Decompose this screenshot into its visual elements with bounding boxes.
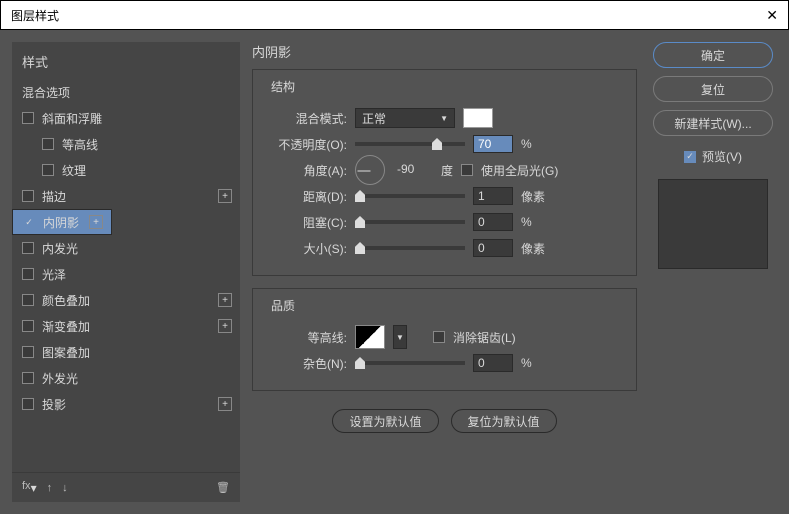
style-row-5[interactable]: 内发光 bbox=[12, 235, 240, 261]
noise-input[interactable]: 0 bbox=[473, 354, 513, 372]
style-row-0[interactable]: 斜面和浮雕 bbox=[12, 105, 240, 131]
distance-input[interactable]: 1 bbox=[473, 187, 513, 205]
opacity-slider[interactable] bbox=[355, 142, 465, 146]
new-style-button[interactable]: 新建样式(W)... bbox=[653, 110, 773, 136]
color-swatch[interactable] bbox=[463, 108, 493, 128]
style-row-6[interactable]: 光泽 bbox=[12, 261, 240, 287]
contour-picker[interactable] bbox=[355, 325, 385, 349]
add-instance-icon[interactable]: + bbox=[89, 215, 103, 229]
style-checkbox[interactable]: ✓ bbox=[23, 216, 35, 228]
global-light-checkbox[interactable] bbox=[461, 164, 473, 176]
style-row-9[interactable]: 图案叠加 bbox=[12, 339, 240, 365]
style-label: 内阴影 bbox=[43, 214, 79, 231]
style-checkbox[interactable] bbox=[22, 112, 34, 124]
close-icon[interactable]: ✕ bbox=[766, 7, 778, 24]
style-checkbox[interactable] bbox=[22, 346, 34, 358]
global-light-label: 使用全局光(G) bbox=[481, 162, 558, 179]
add-instance-icon[interactable]: + bbox=[218, 397, 232, 411]
style-row-10[interactable]: 外发光 bbox=[12, 365, 240, 391]
add-instance-icon[interactable]: + bbox=[218, 189, 232, 203]
move-up-icon[interactable]: ↑ bbox=[47, 482, 53, 494]
styles-header: 样式 bbox=[12, 42, 240, 79]
size-label: 大小(S): bbox=[267, 240, 347, 257]
style-row-2[interactable]: 纹理 bbox=[12, 157, 240, 183]
reset-button[interactable]: 复位 bbox=[653, 76, 773, 102]
style-label: 颜色叠加 bbox=[42, 292, 90, 309]
style-label: 渐变叠加 bbox=[42, 318, 90, 335]
add-instance-icon[interactable]: + bbox=[218, 319, 232, 333]
style-row-3[interactable]: 描边 + bbox=[12, 183, 240, 209]
style-checkbox[interactable] bbox=[22, 398, 34, 410]
angle-input[interactable]: -90 bbox=[393, 161, 433, 179]
panel-title: 内阴影 bbox=[252, 42, 637, 61]
blend-mode-select[interactable]: 正常▼ bbox=[355, 108, 455, 128]
choke-input[interactable]: 0 bbox=[473, 213, 513, 231]
preview-box bbox=[658, 179, 768, 269]
style-checkbox[interactable] bbox=[22, 372, 34, 384]
blend-mode-label: 混合模式: bbox=[267, 110, 347, 127]
style-label: 纹理 bbox=[62, 162, 86, 179]
quality-group: 品质 等高线: ▼ 消除锯齿(L) 杂色(N): 0 % bbox=[252, 288, 637, 391]
antialias-checkbox[interactable] bbox=[433, 331, 445, 343]
distance-label: 距离(D): bbox=[267, 188, 347, 205]
style-checkbox[interactable] bbox=[42, 164, 54, 176]
style-row-8[interactable]: 渐变叠加 + bbox=[12, 313, 240, 339]
style-checkbox[interactable] bbox=[22, 190, 34, 202]
style-label: 斜面和浮雕 bbox=[42, 110, 102, 127]
preview-checkbox[interactable]: ✓ bbox=[684, 151, 696, 163]
choke-label: 阻塞(C): bbox=[267, 214, 347, 231]
style-label: 描边 bbox=[42, 188, 66, 205]
structure-group: 结构 混合模式: 正常▼ 不透明度(O): 70 % 角度(A): -90 度 … bbox=[252, 69, 637, 276]
contour-dropdown[interactable]: ▼ bbox=[393, 325, 407, 349]
ok-button[interactable]: 确定 bbox=[653, 42, 773, 68]
make-default-button[interactable]: 设置为默认值 bbox=[332, 409, 438, 433]
add-instance-icon[interactable]: + bbox=[218, 293, 232, 307]
distance-slider[interactable] bbox=[355, 194, 465, 198]
style-checkbox[interactable] bbox=[22, 268, 34, 280]
noise-slider[interactable] bbox=[355, 361, 465, 365]
size-slider[interactable] bbox=[355, 246, 465, 250]
choke-slider[interactable] bbox=[355, 220, 465, 224]
style-checkbox[interactable] bbox=[42, 138, 54, 150]
style-label: 内发光 bbox=[42, 240, 78, 257]
style-label: 外发光 bbox=[42, 370, 78, 387]
contour-label: 等高线: bbox=[267, 329, 347, 346]
blend-options-row[interactable]: 混合选项 bbox=[12, 79, 240, 105]
style-checkbox[interactable] bbox=[22, 242, 34, 254]
window-title: 图层样式 bbox=[11, 7, 59, 24]
style-label: 图案叠加 bbox=[42, 344, 90, 361]
settings-panel: 内阴影 结构 混合模式: 正常▼ 不透明度(O): 70 % 角度(A): -9… bbox=[252, 42, 637, 502]
antialias-label: 消除锯齿(L) bbox=[453, 329, 516, 346]
reset-default-button[interactable]: 复位为默认值 bbox=[451, 409, 557, 433]
style-label: 光泽 bbox=[42, 266, 66, 283]
angle-dial[interactable] bbox=[355, 155, 385, 185]
move-down-icon[interactable]: ↓ bbox=[62, 482, 68, 494]
titlebar: 图层样式 ✕ bbox=[0, 0, 789, 30]
chevron-down-icon: ▼ bbox=[440, 114, 448, 123]
preview-label: 预览(V) bbox=[702, 148, 742, 165]
style-checkbox[interactable] bbox=[22, 320, 34, 332]
fx-menu[interactable]: fx▾ bbox=[22, 480, 37, 495]
opacity-label: 不透明度(O): bbox=[267, 136, 347, 153]
noise-label: 杂色(N): bbox=[267, 355, 347, 372]
angle-label: 角度(A): bbox=[267, 162, 347, 179]
trash-icon[interactable]: 🗑 bbox=[216, 481, 230, 494]
style-row-11[interactable]: 投影 + bbox=[12, 391, 240, 417]
opacity-input[interactable]: 70 bbox=[473, 135, 513, 153]
style-label: 投影 bbox=[42, 396, 66, 413]
style-row-7[interactable]: 颜色叠加 + bbox=[12, 287, 240, 313]
styles-panel: 样式 混合选项 斜面和浮雕等高线纹理描边+✓内阴影+内发光光泽颜色叠加+渐变叠加… bbox=[12, 42, 240, 502]
style-row-4[interactable]: ✓ 内阴影 + bbox=[12, 209, 112, 235]
styles-footer: fx▾ ↑ ↓ 🗑 bbox=[12, 472, 240, 502]
style-checkbox[interactable] bbox=[22, 294, 34, 306]
style-row-1[interactable]: 等高线 bbox=[12, 131, 240, 157]
size-input[interactable]: 0 bbox=[473, 239, 513, 257]
right-panel: 确定 复位 新建样式(W)... ✓ 预览(V) bbox=[649, 42, 777, 502]
style-label: 等高线 bbox=[62, 136, 98, 153]
